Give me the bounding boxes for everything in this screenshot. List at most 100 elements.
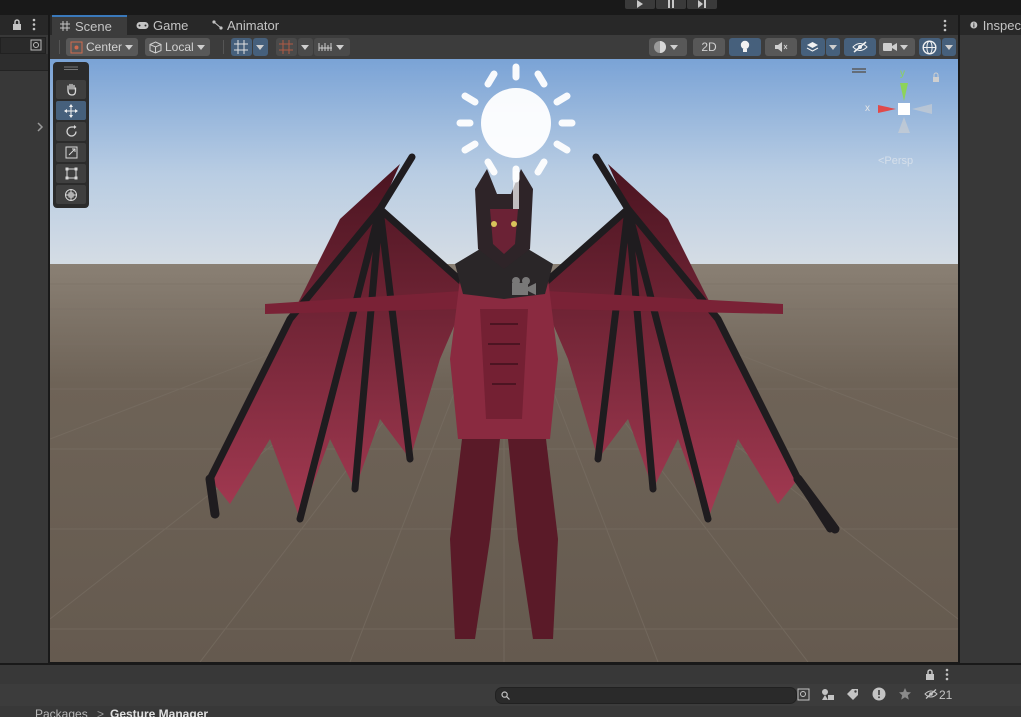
project-search-input[interactable] bbox=[495, 687, 797, 704]
step-button[interactable] bbox=[687, 0, 717, 9]
camera-icon bbox=[883, 43, 897, 51]
rotate-tool-button[interactable] bbox=[56, 122, 86, 141]
draw-mode-dropdown[interactable] bbox=[649, 38, 687, 56]
effects-dropdown[interactable] bbox=[826, 38, 840, 56]
camera-dropdown[interactable] bbox=[879, 38, 915, 56]
step-icon bbox=[698, 0, 706, 8]
scene-viewport[interactable]: y x <Persp bbox=[50, 59, 958, 662]
pivot-center-dropdown[interactable]: Center bbox=[66, 38, 138, 56]
search-window-icon[interactable] bbox=[30, 39, 42, 51]
favorite-star-icon[interactable] bbox=[898, 687, 912, 701]
increment-snap-dropdown[interactable] bbox=[298, 38, 313, 56]
transform-tool-button[interactable] bbox=[56, 185, 86, 204]
gamepad-icon bbox=[136, 21, 149, 29]
kebab-menu-icon[interactable] bbox=[945, 668, 949, 681]
lock-icon[interactable] bbox=[925, 669, 935, 680]
tab-scene[interactable]: Scene bbox=[52, 15, 127, 35]
info-icon bbox=[970, 21, 978, 29]
grid-icon bbox=[60, 21, 70, 31]
scene-render[interactable] bbox=[50, 59, 958, 662]
scene-kebab-menu-icon[interactable] bbox=[943, 19, 947, 32]
breadcrumb-separator: > bbox=[97, 707, 105, 717]
tab-game-label: Game bbox=[153, 17, 189, 33]
increment-snap-icon bbox=[279, 40, 293, 54]
gizmos-toggle[interactable] bbox=[919, 38, 941, 56]
grid-snap-toggle[interactable] bbox=[231, 38, 252, 56]
tab-animator-label: Animator bbox=[227, 17, 280, 33]
hand-icon bbox=[66, 83, 76, 96]
inspector-panel: Inspec bbox=[960, 15, 1021, 663]
play-button[interactable] bbox=[625, 0, 655, 9]
center-pivot-icon bbox=[70, 41, 83, 53]
gizmos-dropdown[interactable] bbox=[942, 38, 956, 56]
tab-scene-label: Scene bbox=[75, 18, 112, 34]
chevron-down-icon bbox=[125, 44, 134, 50]
scale-tool-button[interactable] bbox=[56, 143, 86, 162]
pause-button[interactable] bbox=[656, 0, 686, 9]
orientation-gizmo[interactable]: y x <Persp bbox=[850, 59, 958, 179]
hierarchy-panel bbox=[0, 15, 48, 663]
search-by-type-icon[interactable] bbox=[797, 688, 810, 701]
chevron-down-icon bbox=[900, 44, 908, 50]
breadcrumb-current[interactable]: Gesture Manager bbox=[110, 707, 208, 717]
chevron-right-icon[interactable] bbox=[37, 122, 44, 132]
chevron-down-icon bbox=[196, 44, 205, 50]
lighting-toggle[interactable] bbox=[729, 38, 761, 56]
hand-tool-button[interactable] bbox=[56, 80, 86, 99]
chevron-down-icon bbox=[945, 44, 953, 50]
move-arrows-icon bbox=[64, 103, 78, 118]
project-panel: 21 Packages > Gesture Manager bbox=[0, 663, 1021, 717]
increment-snap-toggle[interactable] bbox=[276, 38, 297, 56]
effects-toggle[interactable] bbox=[801, 38, 825, 56]
lock-icon[interactable] bbox=[12, 19, 22, 30]
tab-inspector[interactable]: Inspec bbox=[960, 15, 1021, 35]
warning-icon[interactable] bbox=[872, 687, 886, 701]
tab-animator[interactable]: Animator bbox=[212, 15, 292, 35]
mode-2d-toggle[interactable]: 2D bbox=[693, 38, 725, 56]
hierarchy-row[interactable] bbox=[0, 54, 48, 71]
hierarchy-search-input[interactable] bbox=[0, 37, 46, 54]
kebab-menu-icon[interactable] bbox=[32, 18, 36, 31]
breadcrumb: Packages > Gesture Manager bbox=[0, 707, 1021, 717]
tab-inspector-label: Inspec bbox=[982, 17, 1021, 33]
search-icon bbox=[501, 691, 510, 700]
pivot-label: Center bbox=[86, 40, 123, 54]
shading-sphere-icon bbox=[654, 41, 666, 53]
drag-handle-icon[interactable] bbox=[64, 66, 78, 70]
layers-effects-icon bbox=[806, 42, 819, 52]
play-controls bbox=[625, 0, 718, 9]
label-tag-icon[interactable] bbox=[846, 688, 859, 701]
rect-transform-icon bbox=[65, 167, 77, 180]
projection-label[interactable]: <Persp bbox=[878, 155, 913, 167]
gizmo-y-label: y bbox=[900, 68, 905, 79]
ruler-dropdown[interactable] bbox=[314, 38, 350, 56]
chevron-down-icon bbox=[829, 44, 837, 50]
breadcrumb-root[interactable]: Packages bbox=[35, 707, 88, 717]
rect-tool-button[interactable] bbox=[56, 164, 86, 183]
chevron-down-icon bbox=[336, 44, 344, 50]
space-label: Local bbox=[165, 40, 194, 54]
grid-snap-dropdown[interactable] bbox=[253, 38, 268, 56]
gizmos-globe-icon bbox=[922, 39, 937, 55]
toolbar-divider bbox=[59, 40, 60, 54]
lightbulb-icon bbox=[740, 40, 750, 52]
chevron-down-icon bbox=[670, 44, 678, 50]
scale-icon bbox=[65, 146, 77, 159]
move-tool-button[interactable] bbox=[56, 101, 86, 120]
scene-toolbar: Center Local 2D bbox=[50, 35, 958, 60]
space-local-dropdown[interactable]: Local bbox=[145, 38, 210, 56]
hierarchy-header bbox=[0, 15, 48, 35]
tab-game[interactable]: Game bbox=[136, 15, 201, 35]
hidden-objects-toggle[interactable] bbox=[844, 38, 876, 56]
chevron-down-icon bbox=[301, 44, 309, 50]
hidden-packages-count: 21 bbox=[939, 688, 953, 702]
pause-icon bbox=[668, 0, 674, 8]
gizmo-x-label: x bbox=[865, 103, 870, 114]
toolbar-divider bbox=[223, 40, 224, 54]
chevron-down-icon bbox=[256, 44, 264, 50]
audio-toggle[interactable] bbox=[765, 38, 797, 56]
filter-type-icon[interactable] bbox=[821, 688, 835, 701]
hidden-packages-eye-icon[interactable] bbox=[924, 689, 938, 699]
top-play-bar bbox=[0, 0, 1021, 15]
transform-globe-icon bbox=[65, 188, 77, 201]
